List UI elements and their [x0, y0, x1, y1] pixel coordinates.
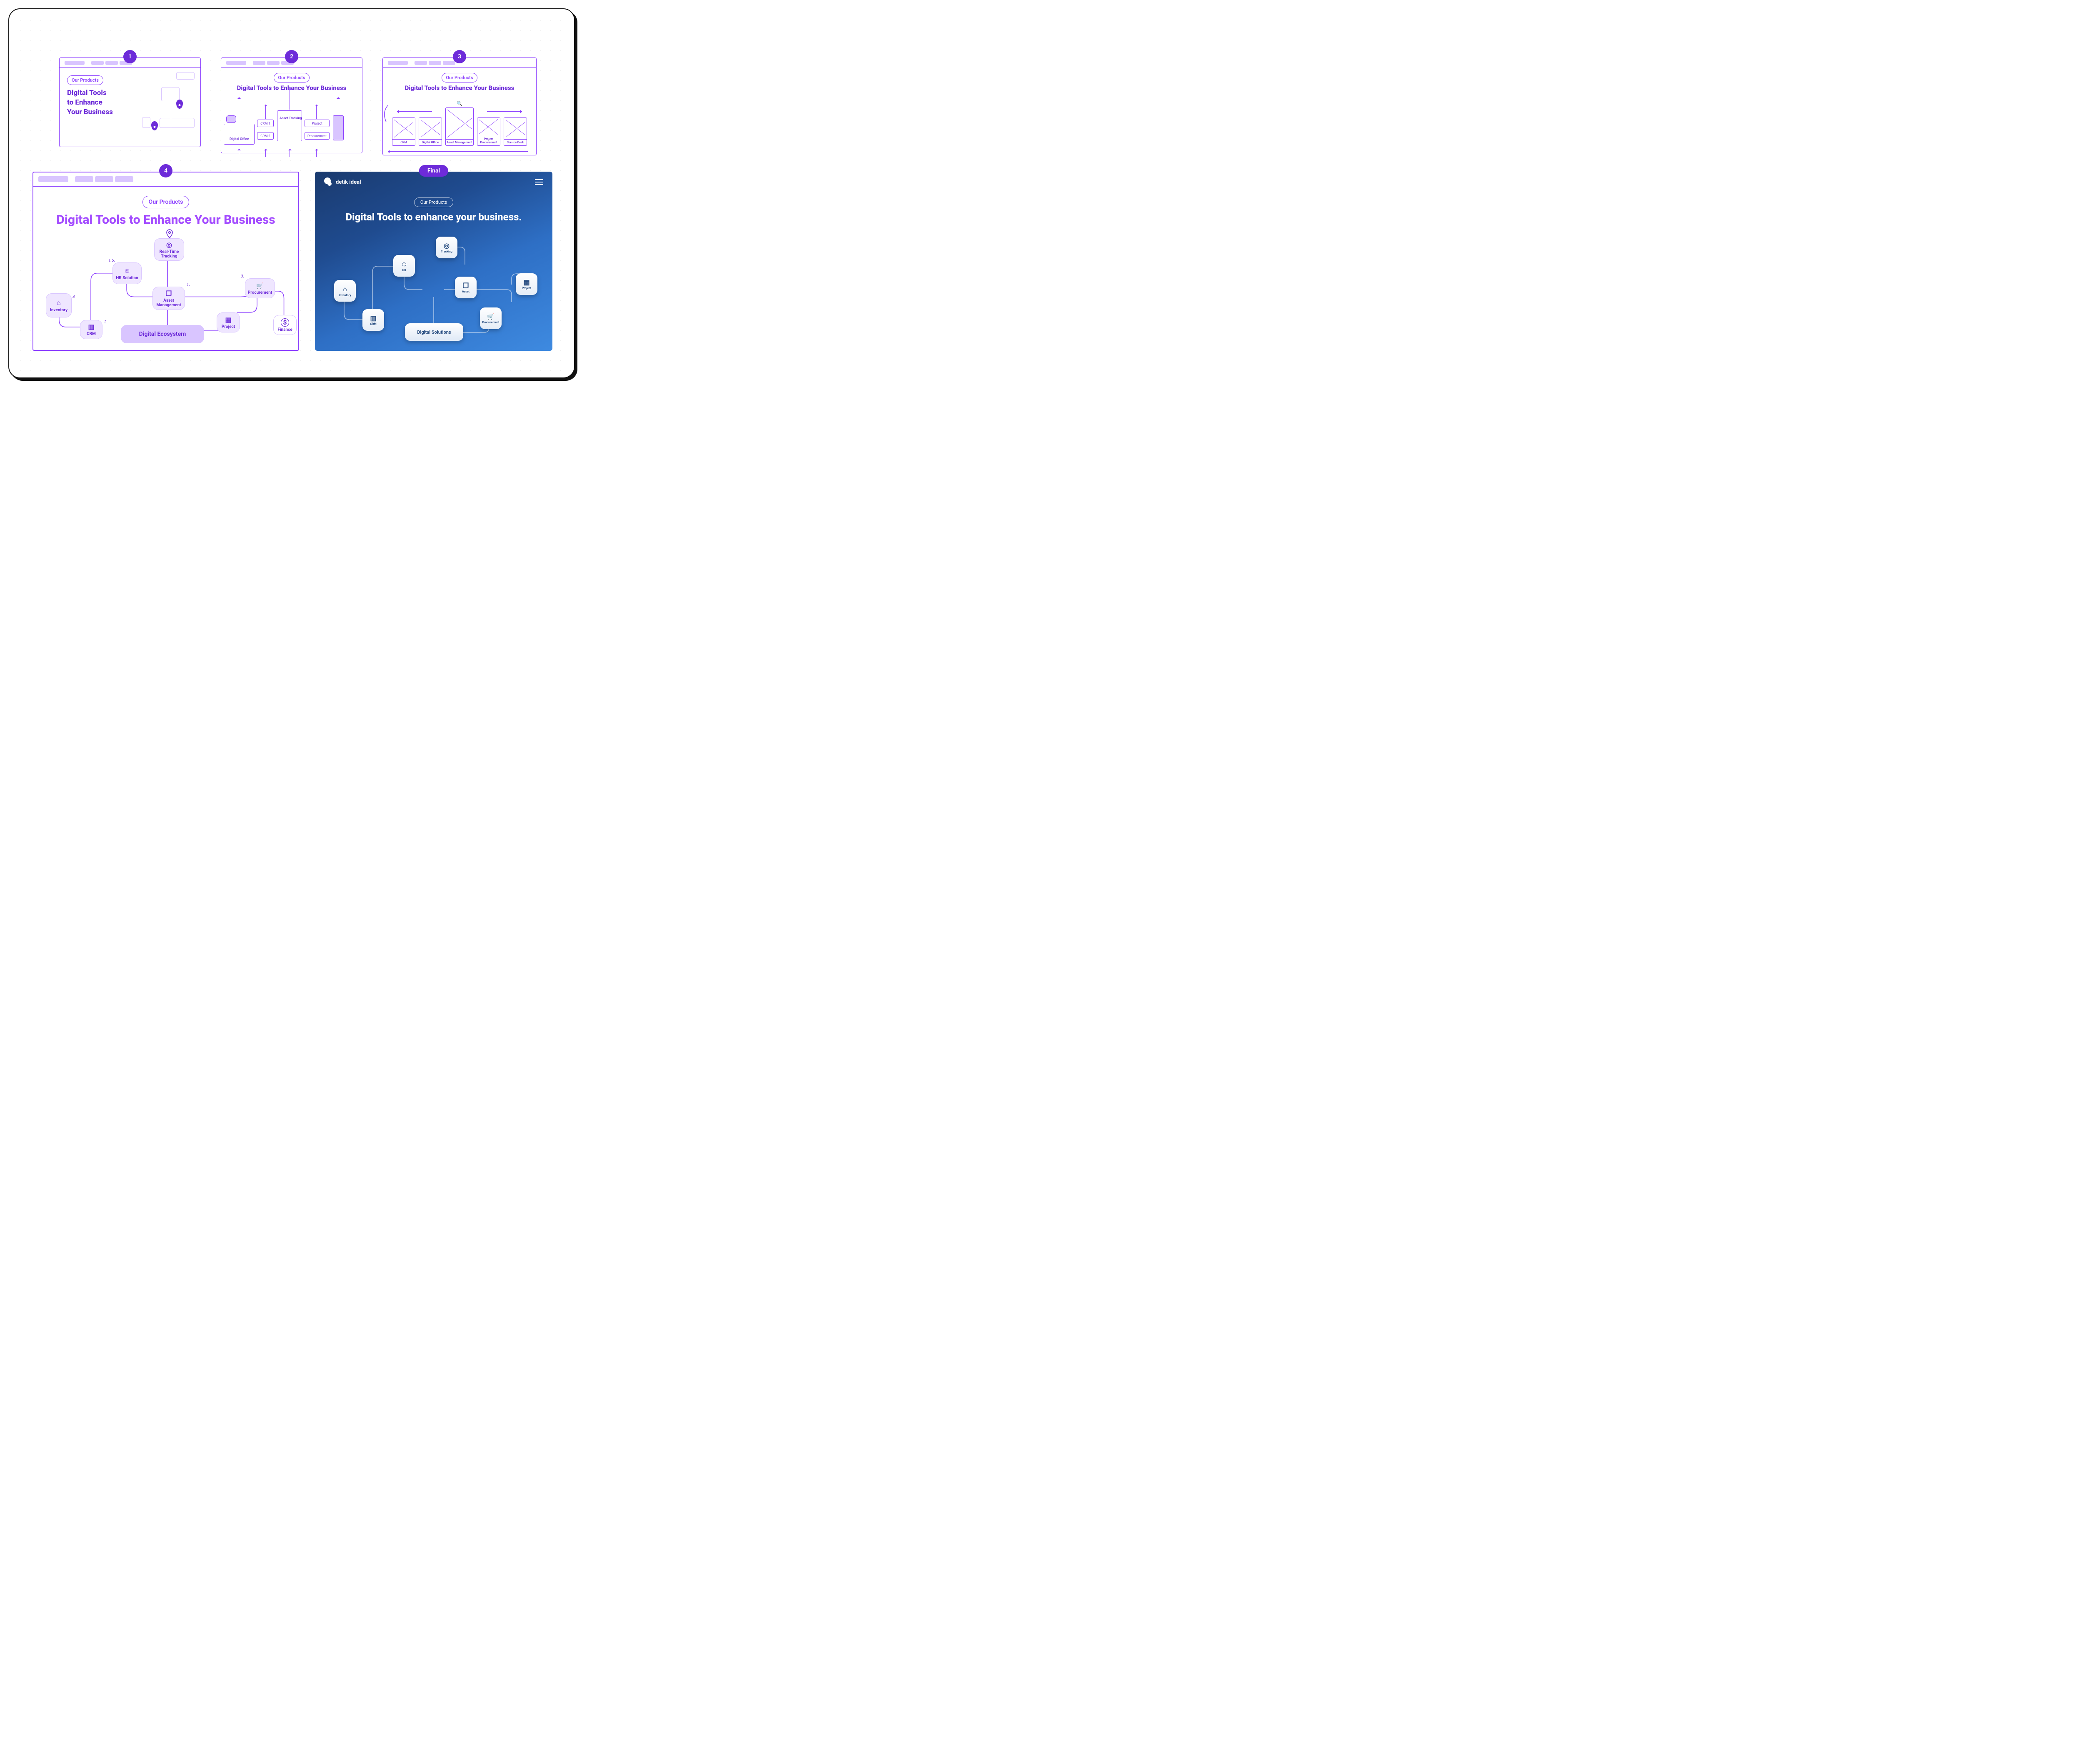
- curve-scribble-icon: [380, 104, 390, 125]
- stage2-layout-sketch: Digital Office CRM 1 CRM 2 Asset Trackin…: [221, 107, 362, 153]
- final-headline: Digital Tools to enhance your business.: [315, 211, 552, 223]
- note-1p5: 1.5.: [108, 258, 115, 263]
- node-inventory[interactable]: Inventory: [334, 280, 356, 302]
- note-4: 4.: [72, 295, 76, 300]
- section-tag: Our Products: [67, 75, 103, 85]
- node-hub[interactable]: Digital Ecosystem: [121, 325, 204, 343]
- node-hr[interactable]: HR: [393, 255, 415, 277]
- carousel-row: CRM Digital Office Asset Management Proj…: [387, 107, 532, 146]
- card-crm[interactable]: CRM: [392, 117, 415, 146]
- card-service-desk[interactable]: Service Desk: [504, 117, 527, 146]
- section-tag: Our Products: [414, 197, 453, 207]
- note-3: 3.: [241, 274, 244, 279]
- section-tag: Our Products: [142, 196, 190, 208]
- section-tag: Our Products: [442, 73, 478, 82]
- node-hr[interactable]: HR Solution: [112, 262, 142, 284]
- node-procurement[interactable]: Procurement: [245, 278, 275, 298]
- node-tracking[interactable]: Tracking: [436, 237, 457, 258]
- logo-mark-icon: [324, 177, 333, 187]
- section-tag: Our Products: [274, 73, 310, 82]
- box-procurement: Procurement: [305, 132, 330, 140]
- pin-icon: [166, 229, 173, 238]
- node-asset[interactable]: Asset Management: [152, 287, 185, 310]
- wireframe-browser-3: Our Products Digital Tools to Enhance Yo…: [382, 57, 537, 155]
- card-digital-office[interactable]: Digital Office: [419, 117, 442, 146]
- stage4-diagram: Inventory CRM HR Solution Real-Time Trac…: [43, 232, 288, 342]
- node-project[interactable]: Project: [516, 273, 537, 295]
- node-asset[interactable]: Asset: [455, 277, 477, 298]
- addr-block: [65, 61, 85, 65]
- card-project-procurement[interactable]: Project Procurement: [477, 117, 500, 146]
- stage-final: Final detik ideal Our Products Digital T…: [315, 172, 552, 351]
- ghost-box: [142, 117, 150, 128]
- note-1: 1.: [187, 282, 190, 287]
- node-crm[interactable]: CRM: [362, 309, 384, 331]
- ghost-box: [176, 72, 195, 80]
- node-tracking[interactable]: Real-Time Tracking: [154, 238, 184, 261]
- box-crm1: CRM 1: [257, 120, 274, 127]
- ghost-box: [161, 87, 180, 101]
- stage-badge-3: 3: [453, 50, 466, 63]
- stage-1: 1 Our Products Digital Tools to Enhance …: [59, 57, 201, 147]
- node-finance[interactable]: Finance: [273, 315, 297, 335]
- hamburger-menu-icon[interactable]: [535, 179, 543, 185]
- scribble-block: [333, 115, 344, 140]
- card-asset-management[interactable]: Asset Management: [445, 107, 474, 146]
- box-crm2: CRM 2: [257, 132, 274, 140]
- arrow-left-long-icon: [388, 151, 528, 152]
- brand-logo[interactable]: detik ideal: [324, 177, 361, 187]
- stage-badge-final: Final: [419, 165, 448, 177]
- stage1-body: Our Products Digital Tools to Enhance Yo…: [60, 68, 200, 147]
- stage-2: 2 Our Products Digital Tools to Enhance …: [221, 57, 362, 153]
- node-crm[interactable]: CRM: [80, 320, 102, 339]
- stage-3: 3 Our Products Digital Tools to Enhance …: [382, 57, 537, 155]
- final-diagram: Inventory CRM HR Tracking Asset Procurem…: [327, 238, 540, 343]
- box-project: Project: [305, 120, 330, 127]
- label-digital-office: Digital Office: [230, 137, 249, 141]
- ghost-box: [160, 118, 195, 128]
- stage-badge-4: 4: [159, 164, 172, 177]
- final-mockup: detik ideal Our Products Digital Tools t…: [315, 172, 552, 351]
- wireframe-browser-1: Our Products Digital Tools to Enhance Yo…: [59, 57, 201, 147]
- stage4-headline: Digital Tools to Enhance Your Business: [43, 212, 288, 227]
- wireframe-browser-2: Our Products Digital Tools to Enhance Yo…: [221, 57, 362, 153]
- note-2: 2.: [104, 320, 107, 325]
- map-pin-icon: [151, 121, 158, 130]
- stage-badge-1: 1: [123, 50, 137, 63]
- stage-4: 4 Our Products Digital Tools to Enhance …: [32, 172, 299, 351]
- stage3-headline: Digital Tools to Enhance Your Business: [390, 84, 529, 92]
- node-inventory[interactable]: Inventory: [46, 293, 72, 317]
- node-hub[interactable]: Digital Solutions: [405, 323, 463, 341]
- node-procurement[interactable]: Procurement: [480, 307, 502, 329]
- stage2-headline: Digital Tools to Enhance Your Business: [228, 84, 355, 92]
- label-asset: Asset Tracking: [280, 116, 302, 120]
- node-project[interactable]: Project: [217, 312, 240, 332]
- design-progression-frame: 1 Our Products Digital Tools to Enhance …: [8, 8, 575, 378]
- stage-badge-2: 2: [285, 50, 298, 63]
- magnify-icon: [457, 99, 462, 107]
- scribble-icon: [226, 115, 236, 123]
- brand-name: detik ideal: [336, 179, 361, 185]
- wireframe-browser-4: Our Products Digital Tools to Enhance Yo…: [32, 172, 299, 351]
